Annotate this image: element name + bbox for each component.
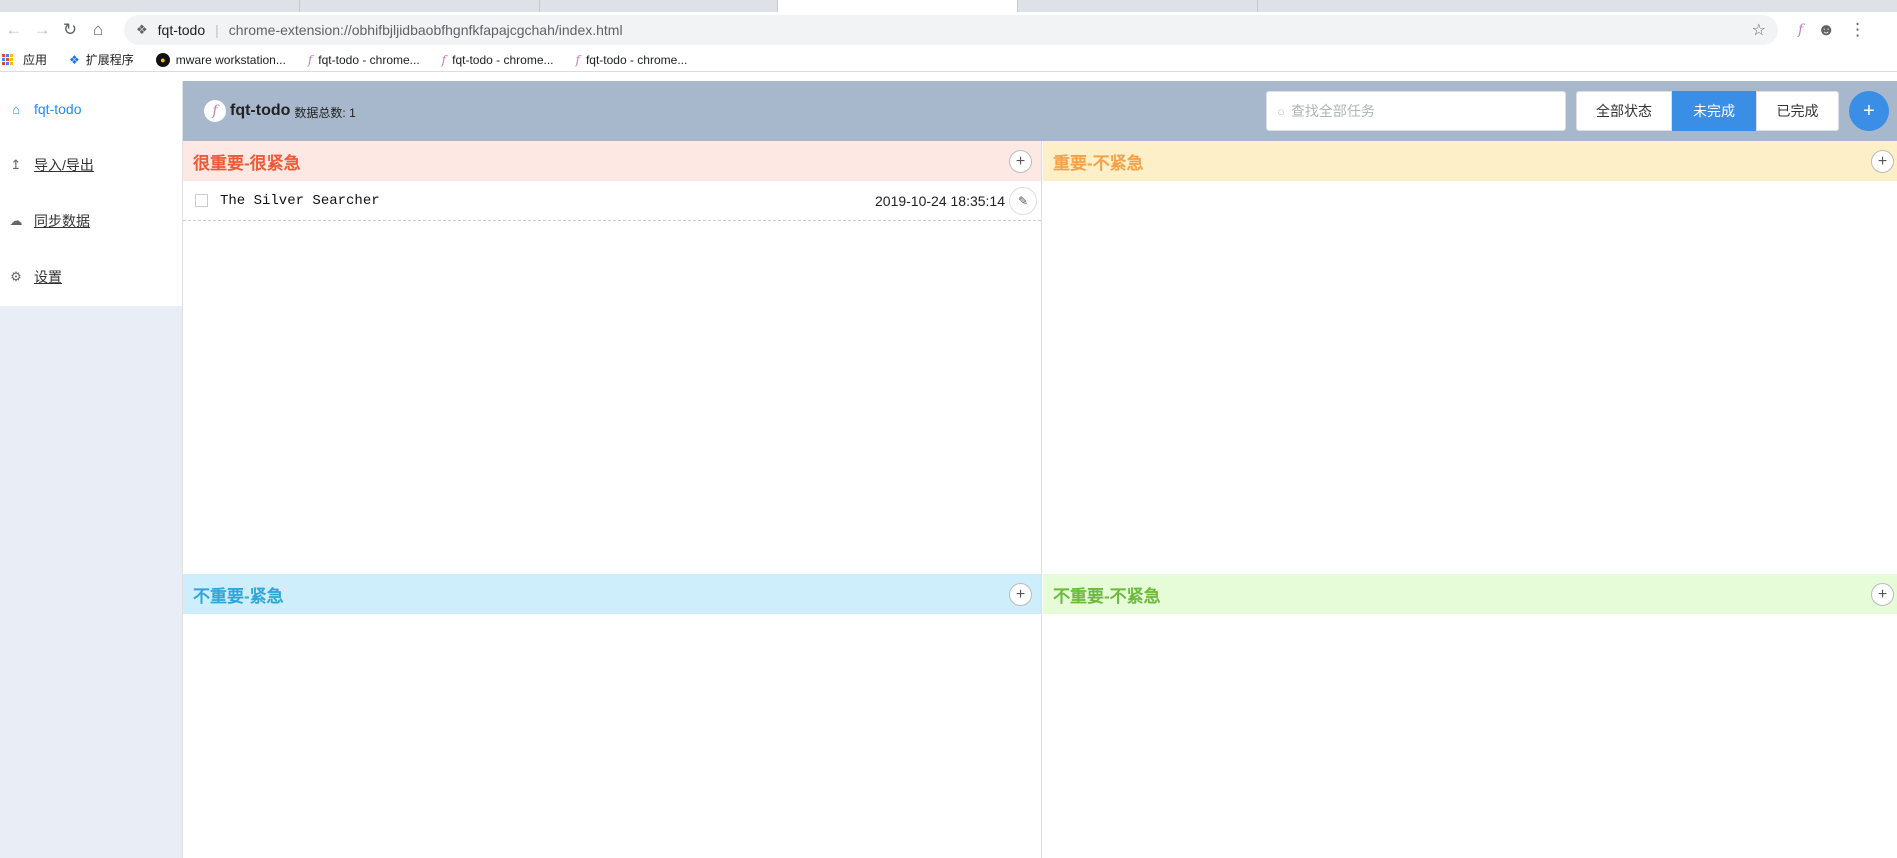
quadrant-title: 不重要-紧急 [193, 586, 284, 606]
quadrant-header: 重要-不紧急 + [1043, 141, 1897, 181]
fqt-icon: f [575, 52, 580, 67]
search-input[interactable] [1290, 103, 1551, 119]
quadrant-important-urgent: 很重要-很紧急 + The Silver Searcher 2019-10-24… [183, 141, 1042, 574]
quadrant-title: 不重要-不紧急 [1053, 586, 1161, 606]
browser-tab[interactable] [0, 0, 300, 12]
home-button-icon[interactable]: ⌂ [84, 16, 112, 44]
bookmarks-bar: 应用 ❖ 扩展程序 ● mware workstation... f fqt-t… [0, 48, 1897, 72]
bookmark-label: fqt-todo - chrome... [452, 52, 554, 67]
browser-tab[interactable] [540, 0, 778, 12]
bookmark-star-icon[interactable]: ☆ [1752, 20, 1766, 40]
quadrant-add-button[interactable]: + [1009, 583, 1032, 606]
quadrant-important-not-urgent: 重要-不紧急 + [1043, 141, 1897, 574]
task-timestamp: 2019-10-24 18:35:14 [875, 192, 1005, 209]
search-box[interactable]: ○ [1266, 91, 1566, 131]
cloud-upload-icon: ☁ [9, 213, 23, 228]
bookmark-label: 应用 [23, 53, 48, 67]
forward-arrow-icon[interactable]: → [28, 16, 56, 44]
vmware-icon: ● [155, 52, 170, 67]
browser-toolbar: ← → ↻ ⌂ ❖ fqt-todo | chrome-extension://… [0, 12, 1897, 48]
browser-tab-strip [0, 0, 1897, 12]
quadrant-header: 不重要-不紧急 + [1043, 574, 1897, 614]
reload-icon[interactable]: ↻ [56, 16, 84, 44]
quadrant-add-button[interactable]: + [1009, 150, 1032, 173]
sidebar-item-label: 同步数据 [34, 213, 90, 229]
sidebar-item-label: 设置 [34, 269, 62, 285]
task-title[interactable]: The Silver Searcher [220, 193, 875, 209]
address-bar[interactable]: ❖ fqt-todo | chrome-extension://obhifbjl… [124, 15, 1778, 45]
bookmark-vmware[interactable]: ● mware workstation... [155, 52, 286, 67]
sidebar-item-settings[interactable]: ⚙ 设置 [0, 249, 182, 305]
data-count-label: 数据总数: 1 [294, 106, 356, 120]
bookmark-fqt-todo[interactable]: f fqt-todo - chrome... [576, 53, 688, 67]
sidebar-item-label: 导入/导出 [34, 157, 94, 173]
filter-incomplete-button[interactable]: 未完成 [1672, 91, 1756, 131]
home-icon: ⌂ [12, 101, 20, 117]
sidebar-item-import-export[interactable]: ↥ 导入/导出 [0, 137, 182, 193]
add-task-button[interactable]: + [1849, 91, 1889, 131]
filter-complete-button[interactable]: 已完成 [1756, 91, 1839, 131]
menu-kebab-icon[interactable]: ⋮ [1849, 20, 1866, 40]
bookmark-label: mware workstation... [175, 52, 286, 67]
quadrant-grid: 很重要-很紧急 + The Silver Searcher 2019-10-24… [183, 141, 1897, 858]
plus-icon: + [1877, 585, 1888, 603]
filter-all-button[interactable]: 全部状态 [1576, 91, 1672, 131]
apps-grid-icon [2, 54, 13, 65]
bookmark-fqt-todo[interactable]: f fqt-todo - chrome... [308, 53, 420, 67]
status-filter: 全部状态 未完成 已完成 [1576, 91, 1839, 131]
fqt-extension-icon[interactable]: f [1798, 22, 1803, 38]
puzzle-icon: ❖ [69, 52, 80, 67]
browser-tab[interactable] [1018, 0, 1258, 12]
plus-icon: + [1877, 152, 1888, 170]
app-title: fqt-todo [230, 102, 291, 119]
sidebar-item-label: fqt-todo [34, 101, 82, 117]
task-checkbox[interactable] [195, 194, 208, 207]
quadrant-add-button[interactable]: + [1871, 583, 1894, 606]
account-icon[interactable]: ☻ [1817, 20, 1835, 40]
browser-tab-active[interactable] [778, 0, 1018, 12]
fqt-icon: f [307, 52, 313, 67]
upload-icon: ↥ [10, 157, 22, 172]
sidebar-item-home[interactable]: ⌂ fqt-todo [0, 81, 182, 137]
gear-icon: ⚙ [10, 269, 22, 284]
address-url: chrome-extension://obhifbjljidbaobfhgnfk… [228, 22, 623, 38]
quadrant-add-button[interactable]: + [1871, 150, 1894, 173]
main-content: f fqt-todo 数据总数: 1 ○ 全部状态 未完成 已完成 + 很重要-… [183, 81, 1897, 858]
fqt-icon: f [441, 52, 447, 67]
address-separator: | [215, 22, 219, 38]
fqt-logo-icon: f [204, 100, 226, 122]
app-root: ⌂ fqt-todo ↥ 导入/导出 ☁ 同步数据 ⚙ 设置 f fqt-tod… [0, 81, 1897, 858]
quadrant-header: 很重要-很紧急 + [183, 141, 1041, 181]
search-icon: ○ [1277, 103, 1285, 119]
quadrant-title: 很重要-很紧急 [193, 153, 301, 173]
extension-puzzle-icon: ❖ [136, 22, 148, 37]
bookmark-label: 扩展程序 [85, 53, 134, 67]
bookmark-label: fqt-todo - chrome... [585, 52, 688, 67]
bookmark-label: fqt-todo - chrome... [318, 52, 420, 67]
sidebar: ⌂ fqt-todo ↥ 导入/导出 ☁ 同步数据 ⚙ 设置 [0, 81, 183, 858]
bookmark-fqt-todo[interactable]: f fqt-todo - chrome... [442, 53, 554, 67]
edit-pencil-icon[interactable]: ✎ [1009, 186, 1037, 215]
bookmark-apps[interactable]: 应用 [2, 51, 47, 68]
task-row: The Silver Searcher 2019-10-24 18:35:14 … [183, 181, 1041, 221]
plus-icon: + [1015, 585, 1026, 603]
quadrant-header: 不重要-紧急 + [183, 574, 1041, 614]
address-site-name: fqt-todo [157, 22, 206, 38]
quadrant-not-important-urgent: 不重要-紧急 + [183, 574, 1042, 858]
sidebar-menu: ⌂ fqt-todo ↥ 导入/导出 ☁ 同步数据 ⚙ 设置 [0, 81, 182, 306]
quadrant-not-important-not-urgent: 不重要-不紧急 + [1043, 574, 1897, 858]
back-arrow-icon[interactable]: ← [0, 16, 28, 44]
app-header: f fqt-todo 数据总数: 1 ○ 全部状态 未完成 已完成 + [183, 81, 1897, 141]
sidebar-item-sync[interactable]: ☁ 同步数据 [0, 193, 182, 249]
bookmark-extensions[interactable]: ❖ 扩展程序 [69, 51, 134, 68]
plus-icon: + [1015, 152, 1026, 170]
quadrant-title: 重要-不紧急 [1053, 153, 1144, 173]
browser-tab[interactable] [300, 0, 540, 12]
